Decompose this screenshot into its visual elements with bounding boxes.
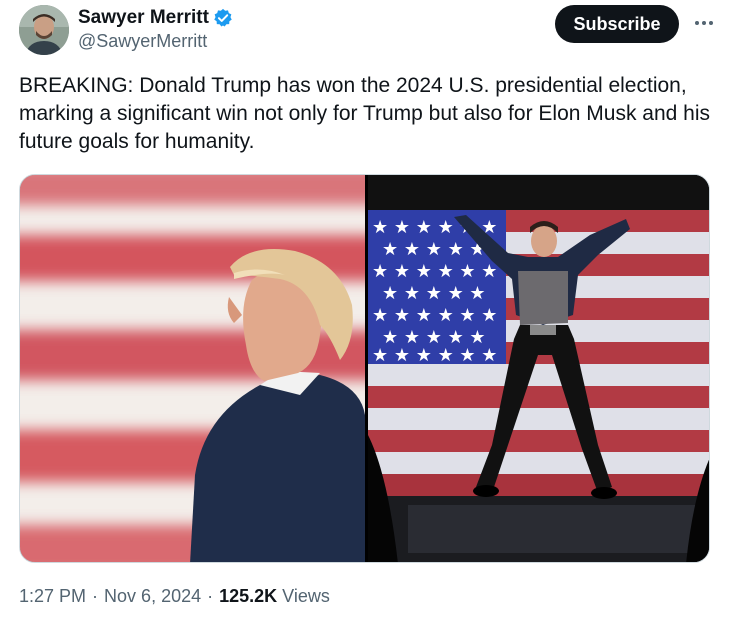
meta-separator: · — [92, 586, 99, 606]
svg-text:★ ★ ★ ★ ★ ★: ★ ★ ★ ★ ★ ★ — [372, 345, 497, 366]
avatar[interactable] — [19, 5, 69, 55]
views-label: Views — [282, 586, 330, 606]
photo-trump-flag[interactable] — [20, 175, 365, 562]
more-horizontal-icon[interactable] — [690, 9, 718, 37]
meta-separator: · — [207, 586, 214, 606]
author-name-row[interactable]: Sawyer Merritt — [78, 5, 233, 31]
tweet-text: BREAKING: Donald Trump has won the 2024 … — [19, 74, 710, 153]
media-grid[interactable]: ★ ★ ★ ★ ★ ★ ★ ★ ★ ★ ★ ★ ★ ★ ★ ★ ★ ★ ★ ★ … — [19, 174, 710, 563]
svg-text:★ ★ ★ ★ ★: ★ ★ ★ ★ ★ — [382, 239, 486, 260]
views-count: 125.2K — [219, 586, 278, 606]
tweet-date[interactable]: Nov 6, 2024 — [104, 586, 201, 607]
tweet-meta: 1:27 PM · Nov 6, 2024 · 125.2K Views — [19, 586, 330, 607]
author-display-name[interactable]: Sawyer Merritt — [78, 7, 209, 29]
svg-text:★ ★ ★ ★ ★: ★ ★ ★ ★ ★ — [382, 283, 486, 304]
verified-badge-icon[interactable] — [213, 8, 233, 28]
subscribe-button[interactable]: Subscribe — [555, 5, 679, 43]
svg-text:★ ★ ★ ★ ★ ★: ★ ★ ★ ★ ★ ★ — [372, 261, 497, 282]
svg-text:★ ★ ★ ★ ★ ★: ★ ★ ★ ★ ★ ★ — [372, 305, 497, 326]
photo-musk-stage[interactable]: ★ ★ ★ ★ ★ ★ ★ ★ ★ ★ ★ ★ ★ ★ ★ ★ ★ ★ ★ ★ … — [368, 175, 709, 562]
author-handle[interactable]: @SawyerMerritt — [78, 31, 207, 52]
tweet-time[interactable]: 1:27 PM — [19, 586, 86, 607]
